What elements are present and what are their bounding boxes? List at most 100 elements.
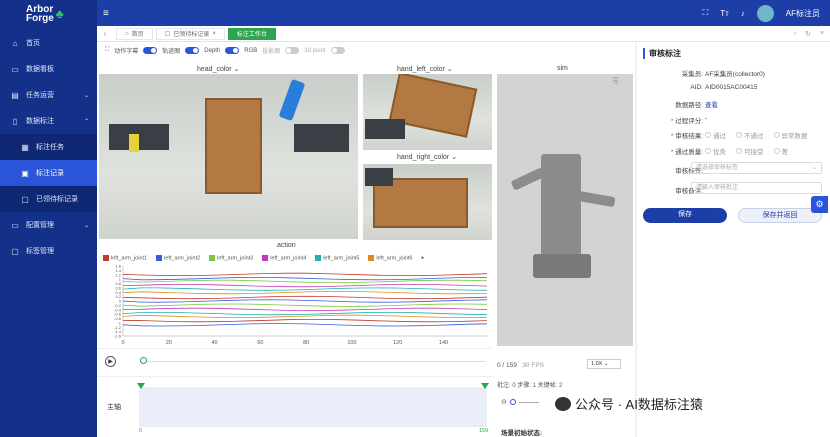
x-tick-label: 140 xyxy=(439,340,448,346)
sim-view: ⎘ xyxy=(497,74,633,346)
head-view-select[interactable]: head_color ⌄ xyxy=(197,65,239,73)
x-tick-label: 40 xyxy=(212,340,218,346)
copy-icon[interactable]: ⎘ xyxy=(613,78,619,86)
zoom-knob[interactable] xyxy=(509,399,516,405)
legend-item[interactable]: left_arm_joint2 xyxy=(156,255,200,261)
legend-item[interactable]: left_arm_joint5 xyxy=(315,255,359,261)
quality-excellent-radio[interactable]: 优秀 xyxy=(705,146,726,156)
series-line xyxy=(122,272,488,277)
tab-home[interactable]: ⌂ 首页 xyxy=(116,27,153,40)
result-pass-radio[interactable]: 通过 xyxy=(705,130,726,140)
save-button[interactable]: 保存 xyxy=(643,208,727,223)
left-view-select[interactable]: hand_left_color ⌄ xyxy=(397,65,453,73)
refresh-icon[interactable]: ↻ xyxy=(805,30,811,38)
quality-acceptable-radio[interactable]: 可接受 xyxy=(736,146,764,156)
top-bar: ≡ ⛶ Tт ♪ AF标注员 xyxy=(97,0,830,26)
close-icon[interactable]: × xyxy=(212,31,216,37)
sidebar-item-home[interactable]: ⌂ 首页 xyxy=(0,30,97,56)
series-line xyxy=(122,279,488,284)
subtitle-toggle[interactable] xyxy=(143,47,158,54)
result-fail-radio[interactable]: 不通过 xyxy=(736,130,764,140)
projection-toggle[interactable] xyxy=(285,47,300,54)
view-toggles: ⛶ 动作字幕 轨迹图 Depth RGB 投影图 3d point xyxy=(105,46,345,55)
sidebar-item-config[interactable]: ▭ 配置管理 ⌄ xyxy=(0,212,97,238)
panel-title: 审核标注 xyxy=(643,48,681,59)
gripper xyxy=(365,168,393,186)
head-camera-image xyxy=(99,74,358,239)
series-line xyxy=(122,283,488,288)
tab-claimed-records[interactable]: ▢ 已领待标记录 × xyxy=(155,27,225,40)
sidebar-item-annotation[interactable]: ▯ 数据标注 ⌃ xyxy=(0,108,97,134)
fullscreen-icon[interactable]: ⛶ xyxy=(703,8,709,18)
timeline: 主轴 0 159 xyxy=(97,376,492,437)
tab-scroll-right-icon[interactable]: › xyxy=(794,30,796,38)
logo[interactable]: Arbor Forge ♣ xyxy=(0,0,97,28)
quality-poor-radio[interactable]: 差 xyxy=(773,146,788,156)
right-gripper xyxy=(294,124,349,152)
legend-item[interactable]: left_arm_joint4 xyxy=(262,255,306,261)
zoom-control: ⊖ xyxy=(501,398,539,406)
legend-item[interactable]: left_arm_joint6 xyxy=(368,255,412,261)
view-path-link[interactable]: 查看 xyxy=(705,99,718,109)
bookmark-icon: ▢ xyxy=(21,194,29,204)
font-size-icon[interactable]: Tт xyxy=(720,9,729,18)
series-line xyxy=(122,311,488,316)
depth-rgb-toggle[interactable] xyxy=(225,47,240,54)
progress-knob[interactable] xyxy=(140,357,147,364)
legend-more-icon[interactable]: ▸ xyxy=(421,255,424,261)
series-line xyxy=(122,323,488,327)
close-icon[interactable]: × xyxy=(820,30,824,38)
series-line xyxy=(122,287,488,291)
avatar[interactable] xyxy=(756,4,774,22)
frame-info: 0 / 159 30 FPS xyxy=(497,362,544,369)
zoom-out-icon[interactable]: ⊖ xyxy=(501,398,507,406)
sidebar-item-claimed-records[interactable]: ▢ 已领待标记录 xyxy=(0,186,97,212)
end-marker[interactable] xyxy=(481,383,489,389)
sidebar-item-annotation-task[interactable]: ▦ 标注任务 xyxy=(0,134,97,160)
speed-select[interactable]: 1.0X ⌄ xyxy=(587,359,621,369)
right-hand-camera-image xyxy=(363,164,492,240)
y-tick-label: -1.6 xyxy=(114,334,122,339)
sidebar-item-tags[interactable]: ▢ 标签管理 xyxy=(0,238,97,264)
timeline-label: 主轴 xyxy=(107,404,121,411)
series-line xyxy=(122,295,488,300)
grid-icon: ▦ xyxy=(21,142,29,152)
point3d-toggle[interactable] xyxy=(330,47,345,54)
left-gripper xyxy=(109,124,169,150)
legend-item[interactable]: left_arm_joint1 xyxy=(103,255,147,261)
task-icon: ▤ xyxy=(11,90,19,100)
robot-base xyxy=(533,254,591,278)
progress-slider[interactable] xyxy=(143,361,485,362)
menu-icon[interactable]: ≡ xyxy=(103,8,109,19)
legend-item[interactable]: left_arm_joint3 xyxy=(209,255,253,261)
chart-legend: left_arm_joint1 left_arm_joint2 left_arm… xyxy=(103,255,424,261)
timeline-track[interactable] xyxy=(139,387,487,427)
tabs-bar: ‹ ⌂ 首页 ▢ 已领待标记录 × 标注工作台 › ↻ × xyxy=(97,26,830,42)
review-note-input[interactable]: 请输入审核批注 xyxy=(691,182,822,194)
yellow-block xyxy=(129,134,139,152)
save-and-return-button[interactable]: 保存并返回 xyxy=(738,208,822,223)
record-icon: ▣ xyxy=(21,168,29,178)
sim-view-label: sim xyxy=(557,65,568,72)
series-line xyxy=(122,314,488,319)
annotation-stats: 批注: 0 步骤: 1 关键帧: 2 xyxy=(497,383,563,389)
sidebar-item-task-ops[interactable]: ▤ 任务运营 ⌄ xyxy=(0,82,97,108)
trajectory-toggle[interactable] xyxy=(185,47,200,54)
review-tag-select[interactable]: 请选择审核标签 ⌄ xyxy=(691,162,822,174)
bell-icon[interactable]: ♪ xyxy=(741,9,745,18)
tab-workbench[interactable]: 标注工作台 xyxy=(227,27,276,40)
settings-gear-icon[interactable]: ⚙ xyxy=(811,196,828,213)
series-line xyxy=(122,307,488,312)
expand-icon[interactable]: ⛶ xyxy=(105,47,109,54)
chevron-up-icon: ⌃ xyxy=(83,118,89,125)
result-abnormal-radio[interactable]: 异常数据 xyxy=(773,130,808,140)
user-name[interactable]: AF标注员 xyxy=(786,8,820,19)
sidebar-item-dashboard[interactable]: ▭ 数据看板 xyxy=(0,56,97,82)
right-view-select[interactable]: hand_right_color ⌄ xyxy=(397,153,457,161)
tab-scroll-left-icon[interactable]: ‹ xyxy=(97,29,113,38)
start-marker[interactable] xyxy=(137,383,145,389)
action-chart: 0 20 40 60 80 100 120 1401.61.41.210.80.60.40.2… xyxy=(114,264,488,346)
chart-title: action xyxy=(277,242,296,249)
sidebar-item-annotation-record[interactable]: ▣ 标注记录 xyxy=(0,160,97,186)
play-button[interactable]: ▶ xyxy=(105,356,116,367)
